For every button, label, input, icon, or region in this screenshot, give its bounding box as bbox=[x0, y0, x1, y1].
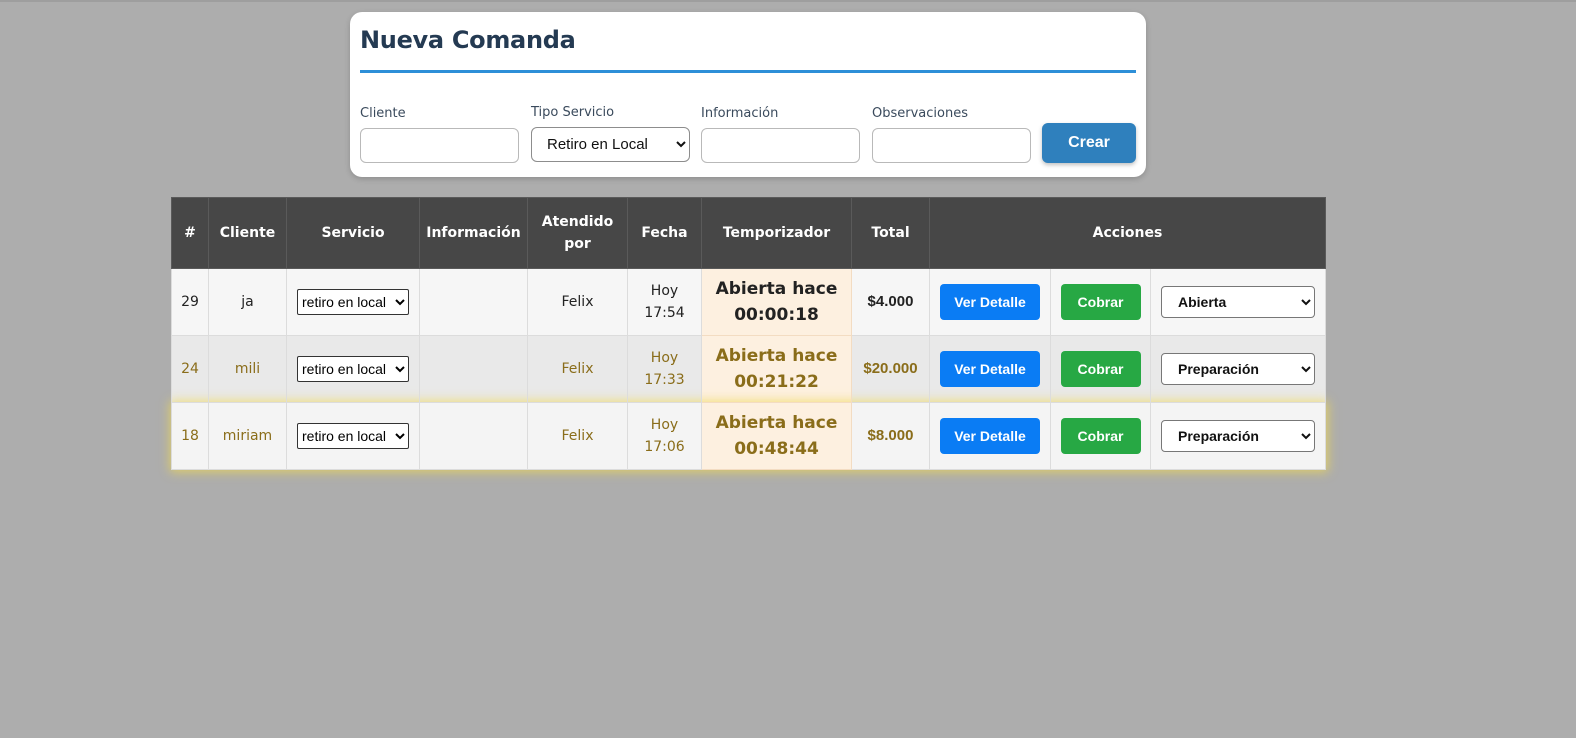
cell-fecha: Hoy 17:33 bbox=[627, 335, 702, 403]
tipo-servicio-label: Tipo Servicio bbox=[531, 105, 615, 120]
cell-informacion bbox=[419, 335, 528, 403]
table-row: 24 mili retiro en local Felix Hoy 17:33 … bbox=[171, 335, 1326, 403]
table-row: 18 miriam retiro en local Felix Hoy 17:0… bbox=[171, 402, 1326, 470]
header-atendido: Atendido por bbox=[527, 197, 628, 269]
new-order-card: Nueva Comanda Cliente Tipo Servicio Reti… bbox=[350, 12, 1146, 177]
tipo-servicio-select[interactable]: Retiro en Local bbox=[531, 127, 690, 162]
cell-ver-detalle: Ver Detalle bbox=[929, 268, 1051, 336]
cell-cobrar: Cobrar bbox=[1050, 268, 1151, 336]
fecha-hora: 17:54 bbox=[644, 305, 685, 321]
header-id: # bbox=[171, 197, 209, 269]
cell-total: $8.000 bbox=[851, 402, 930, 470]
cell-cliente: mili bbox=[208, 335, 287, 403]
cell-id: 24 bbox=[171, 335, 209, 403]
table-row: 29 ja retiro en local Felix Hoy 17:54 Ab… bbox=[171, 268, 1326, 336]
cell-informacion bbox=[419, 268, 528, 336]
tipo-servicio-field-group: Tipo Servicio Retiro en Local bbox=[531, 106, 690, 162]
ver-detalle-button[interactable]: Ver Detalle bbox=[940, 351, 1040, 387]
form-title: Nueva Comanda bbox=[360, 26, 576, 54]
cell-temporizador: Abierta hace 00:21:22 bbox=[701, 335, 852, 403]
observaciones-label: Observaciones bbox=[872, 106, 968, 121]
ver-detalle-button[interactable]: Ver Detalle bbox=[940, 284, 1040, 320]
crear-button[interactable]: Crear bbox=[1042, 123, 1136, 163]
cobrar-button[interactable]: Cobrar bbox=[1060, 351, 1141, 387]
servicio-select[interactable]: retiro en local bbox=[297, 356, 409, 382]
cell-ver-detalle: Ver Detalle bbox=[929, 335, 1051, 403]
timer-value: 00:48:44 bbox=[734, 439, 819, 459]
top-border bbox=[0, 0, 1576, 2]
observaciones-field-group: Observaciones bbox=[872, 107, 1031, 163]
cliente-input[interactable] bbox=[360, 128, 519, 163]
header-temporizador: Temporizador bbox=[701, 197, 852, 269]
cell-cobrar: Cobrar bbox=[1050, 402, 1151, 470]
header-servicio: Servicio bbox=[286, 197, 420, 269]
cell-estado: Abierta bbox=[1150, 268, 1326, 336]
servicio-select[interactable]: retiro en local bbox=[297, 289, 409, 315]
header-informacion: Información bbox=[419, 197, 528, 269]
orders-table: # Cliente Servicio Información Atendido … bbox=[171, 197, 1326, 470]
cell-servicio: retiro en local bbox=[286, 335, 420, 403]
estado-select[interactable]: Abierta bbox=[1161, 286, 1315, 318]
estado-select[interactable]: Preparación bbox=[1161, 420, 1315, 452]
header-acciones: Acciones bbox=[929, 197, 1326, 269]
ver-detalle-button[interactable]: Ver Detalle bbox=[940, 418, 1040, 454]
cell-total: $20.000 bbox=[851, 335, 930, 403]
fecha-hora: 17:06 bbox=[644, 439, 685, 455]
cell-temporizador: Abierta hace 00:48:44 bbox=[701, 402, 852, 470]
cell-id: 18 bbox=[171, 402, 209, 470]
cell-atendido: Felix bbox=[527, 402, 628, 470]
header-total: Total bbox=[851, 197, 930, 269]
cell-total: $4.000 bbox=[851, 268, 930, 336]
cell-estado: Preparación bbox=[1150, 335, 1326, 403]
cell-atendido: Felix bbox=[527, 335, 628, 403]
timer-value: 00:00:18 bbox=[734, 305, 819, 325]
timer-value: 00:21:22 bbox=[734, 372, 819, 392]
fecha-dia: Hoy bbox=[650, 350, 679, 366]
cobrar-button[interactable]: Cobrar bbox=[1060, 418, 1141, 454]
timer-label: Abierta hace bbox=[715, 346, 838, 366]
cell-informacion bbox=[419, 402, 528, 470]
cell-cliente: ja bbox=[208, 268, 287, 336]
table-header-row: # Cliente Servicio Información Atendido … bbox=[171, 197, 1326, 269]
header-cliente: Cliente bbox=[208, 197, 287, 269]
cliente-label: Cliente bbox=[360, 106, 406, 121]
cell-servicio: retiro en local bbox=[286, 402, 420, 470]
cell-temporizador: Abierta hace 00:00:18 bbox=[701, 268, 852, 336]
fecha-dia: Hoy bbox=[650, 417, 679, 433]
informacion-label: Información bbox=[701, 106, 779, 121]
cell-atendido: Felix bbox=[527, 268, 628, 336]
informacion-input[interactable] bbox=[701, 128, 860, 163]
fecha-hora: 17:33 bbox=[644, 372, 685, 388]
observaciones-input[interactable] bbox=[872, 128, 1031, 163]
title-divider bbox=[360, 70, 1136, 73]
cliente-field-group: Cliente bbox=[360, 107, 519, 163]
cell-servicio: retiro en local bbox=[286, 268, 420, 336]
timer-label: Abierta hace bbox=[715, 413, 838, 433]
cell-estado: Preparación bbox=[1150, 402, 1326, 470]
cell-fecha: Hoy 17:06 bbox=[627, 402, 702, 470]
cobrar-button[interactable]: Cobrar bbox=[1060, 284, 1141, 320]
header-fecha: Fecha bbox=[627, 197, 702, 269]
servicio-select[interactable]: retiro en local bbox=[297, 423, 409, 449]
estado-select[interactable]: Preparación bbox=[1161, 353, 1315, 385]
cell-fecha: Hoy 17:54 bbox=[627, 268, 702, 336]
cell-ver-detalle: Ver Detalle bbox=[929, 402, 1051, 470]
informacion-field-group: Información bbox=[701, 107, 860, 163]
fecha-dia: Hoy bbox=[650, 283, 679, 299]
cell-id: 29 bbox=[171, 268, 209, 336]
cell-cliente: miriam bbox=[208, 402, 287, 470]
cell-cobrar: Cobrar bbox=[1050, 335, 1151, 403]
timer-label: Abierta hace bbox=[715, 279, 838, 299]
